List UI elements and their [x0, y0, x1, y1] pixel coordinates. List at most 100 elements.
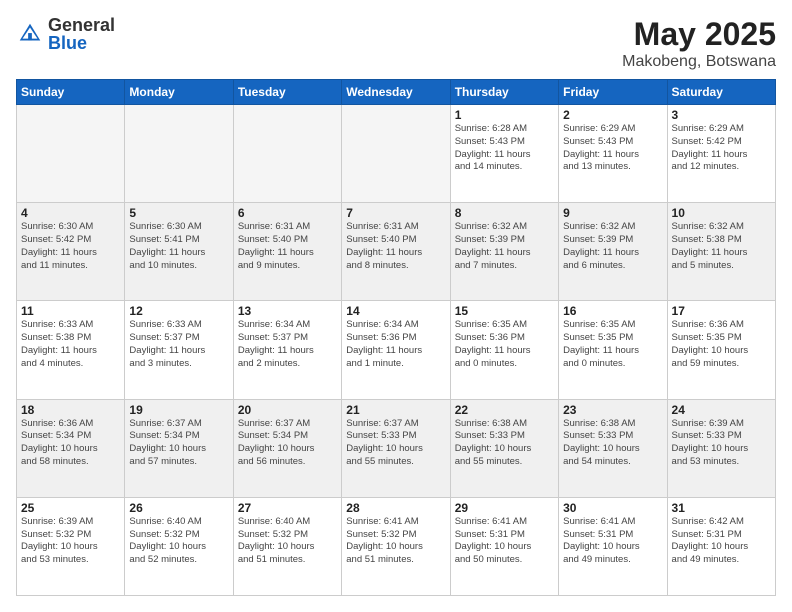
- day-info: Sunrise: 6:32 AM Sunset: 5:38 PM Dayligh…: [672, 221, 771, 272]
- day-info: Sunrise: 6:36 AM Sunset: 5:35 PM Dayligh…: [672, 319, 771, 370]
- day-info: Sunrise: 6:39 AM Sunset: 5:33 PM Dayligh…: [672, 418, 771, 469]
- day-number: 28: [346, 501, 445, 515]
- calendar-cell: 23Sunrise: 6:38 AM Sunset: 5:33 PM Dayli…: [559, 399, 667, 497]
- calendar-cell: 4Sunrise: 6:30 AM Sunset: 5:42 PM Daylig…: [17, 203, 125, 301]
- day-info: Sunrise: 6:40 AM Sunset: 5:32 PM Dayligh…: [129, 516, 228, 567]
- calendar-cell: 3Sunrise: 6:29 AM Sunset: 5:42 PM Daylig…: [667, 105, 775, 203]
- day-info: Sunrise: 6:29 AM Sunset: 5:43 PM Dayligh…: [563, 123, 662, 174]
- calendar-cell: [342, 105, 450, 203]
- calendar-cell: 14Sunrise: 6:34 AM Sunset: 5:36 PM Dayli…: [342, 301, 450, 399]
- logo: General Blue: [16, 16, 115, 52]
- calendar-cell: [17, 105, 125, 203]
- day-number: 1: [455, 108, 554, 122]
- main-title: May 2025: [622, 16, 776, 53]
- calendar-cell: 25Sunrise: 6:39 AM Sunset: 5:32 PM Dayli…: [17, 497, 125, 595]
- calendar-cell: 6Sunrise: 6:31 AM Sunset: 5:40 PM Daylig…: [233, 203, 341, 301]
- day-info: Sunrise: 6:32 AM Sunset: 5:39 PM Dayligh…: [563, 221, 662, 272]
- day-info: Sunrise: 6:30 AM Sunset: 5:42 PM Dayligh…: [21, 221, 120, 272]
- logo-general-text: General: [48, 16, 115, 34]
- calendar-cell: 13Sunrise: 6:34 AM Sunset: 5:37 PM Dayli…: [233, 301, 341, 399]
- calendar-cell: 20Sunrise: 6:37 AM Sunset: 5:34 PM Dayli…: [233, 399, 341, 497]
- day-info: Sunrise: 6:35 AM Sunset: 5:36 PM Dayligh…: [455, 319, 554, 370]
- day-number: 15: [455, 304, 554, 318]
- day-info: Sunrise: 6:29 AM Sunset: 5:42 PM Dayligh…: [672, 123, 771, 174]
- day-info: Sunrise: 6:42 AM Sunset: 5:31 PM Dayligh…: [672, 516, 771, 567]
- day-number: 10: [672, 206, 771, 220]
- calendar-week-2: 4Sunrise: 6:30 AM Sunset: 5:42 PM Daylig…: [17, 203, 776, 301]
- day-info: Sunrise: 6:38 AM Sunset: 5:33 PM Dayligh…: [455, 418, 554, 469]
- calendar-cell: 5Sunrise: 6:30 AM Sunset: 5:41 PM Daylig…: [125, 203, 233, 301]
- day-number: 19: [129, 403, 228, 417]
- weekday-header-sunday: Sunday: [17, 80, 125, 105]
- calendar-cell: 28Sunrise: 6:41 AM Sunset: 5:32 PM Dayli…: [342, 497, 450, 595]
- day-number: 16: [563, 304, 662, 318]
- weekday-header-row: SundayMondayTuesdayWednesdayThursdayFrid…: [17, 80, 776, 105]
- day-number: 20: [238, 403, 337, 417]
- calendar-week-3: 11Sunrise: 6:33 AM Sunset: 5:38 PM Dayli…: [17, 301, 776, 399]
- day-info: Sunrise: 6:41 AM Sunset: 5:31 PM Dayligh…: [563, 516, 662, 567]
- day-number: 3: [672, 108, 771, 122]
- day-number: 26: [129, 501, 228, 515]
- calendar-cell: 19Sunrise: 6:37 AM Sunset: 5:34 PM Dayli…: [125, 399, 233, 497]
- day-info: Sunrise: 6:41 AM Sunset: 5:31 PM Dayligh…: [455, 516, 554, 567]
- day-number: 27: [238, 501, 337, 515]
- day-number: 6: [238, 206, 337, 220]
- day-info: Sunrise: 6:34 AM Sunset: 5:36 PM Dayligh…: [346, 319, 445, 370]
- day-number: 23: [563, 403, 662, 417]
- day-info: Sunrise: 6:40 AM Sunset: 5:32 PM Dayligh…: [238, 516, 337, 567]
- day-info: Sunrise: 6:37 AM Sunset: 5:34 PM Dayligh…: [238, 418, 337, 469]
- day-number: 14: [346, 304, 445, 318]
- day-info: Sunrise: 6:37 AM Sunset: 5:33 PM Dayligh…: [346, 418, 445, 469]
- day-info: Sunrise: 6:33 AM Sunset: 5:38 PM Dayligh…: [21, 319, 120, 370]
- day-number: 17: [672, 304, 771, 318]
- title-block: May 2025 Makobeng, Botswana: [622, 16, 776, 71]
- calendar-week-1: 1Sunrise: 6:28 AM Sunset: 5:43 PM Daylig…: [17, 105, 776, 203]
- weekday-header-monday: Monday: [125, 80, 233, 105]
- day-number: 24: [672, 403, 771, 417]
- logo-icon: [16, 20, 44, 48]
- calendar-cell: 16Sunrise: 6:35 AM Sunset: 5:35 PM Dayli…: [559, 301, 667, 399]
- calendar-table: SundayMondayTuesdayWednesdayThursdayFrid…: [16, 79, 776, 596]
- day-number: 2: [563, 108, 662, 122]
- logo-text: General Blue: [48, 16, 115, 52]
- day-info: Sunrise: 6:30 AM Sunset: 5:41 PM Dayligh…: [129, 221, 228, 272]
- day-number: 30: [563, 501, 662, 515]
- header: General Blue May 2025 Makobeng, Botswana: [16, 16, 776, 71]
- calendar-cell: 11Sunrise: 6:33 AM Sunset: 5:38 PM Dayli…: [17, 301, 125, 399]
- calendar-week-5: 25Sunrise: 6:39 AM Sunset: 5:32 PM Dayli…: [17, 497, 776, 595]
- day-number: 31: [672, 501, 771, 515]
- day-info: Sunrise: 6:36 AM Sunset: 5:34 PM Dayligh…: [21, 418, 120, 469]
- day-info: Sunrise: 6:33 AM Sunset: 5:37 PM Dayligh…: [129, 319, 228, 370]
- calendar-cell: 7Sunrise: 6:31 AM Sunset: 5:40 PM Daylig…: [342, 203, 450, 301]
- day-info: Sunrise: 6:31 AM Sunset: 5:40 PM Dayligh…: [346, 221, 445, 272]
- calendar-cell: 15Sunrise: 6:35 AM Sunset: 5:36 PM Dayli…: [450, 301, 558, 399]
- page: General Blue May 2025 Makobeng, Botswana…: [0, 0, 792, 612]
- weekday-header-tuesday: Tuesday: [233, 80, 341, 105]
- calendar-cell: 24Sunrise: 6:39 AM Sunset: 5:33 PM Dayli…: [667, 399, 775, 497]
- day-number: 18: [21, 403, 120, 417]
- logo-blue-text: Blue: [48, 34, 115, 52]
- calendar-cell: 21Sunrise: 6:37 AM Sunset: 5:33 PM Dayli…: [342, 399, 450, 497]
- calendar-cell: 18Sunrise: 6:36 AM Sunset: 5:34 PM Dayli…: [17, 399, 125, 497]
- day-info: Sunrise: 6:37 AM Sunset: 5:34 PM Dayligh…: [129, 418, 228, 469]
- calendar-cell: 8Sunrise: 6:32 AM Sunset: 5:39 PM Daylig…: [450, 203, 558, 301]
- day-number: 29: [455, 501, 554, 515]
- calendar-cell: 1Sunrise: 6:28 AM Sunset: 5:43 PM Daylig…: [450, 105, 558, 203]
- calendar-cell: 31Sunrise: 6:42 AM Sunset: 5:31 PM Dayli…: [667, 497, 775, 595]
- calendar-cell: 22Sunrise: 6:38 AM Sunset: 5:33 PM Dayli…: [450, 399, 558, 497]
- weekday-header-wednesday: Wednesday: [342, 80, 450, 105]
- day-info: Sunrise: 6:31 AM Sunset: 5:40 PM Dayligh…: [238, 221, 337, 272]
- day-info: Sunrise: 6:38 AM Sunset: 5:33 PM Dayligh…: [563, 418, 662, 469]
- day-number: 7: [346, 206, 445, 220]
- day-info: Sunrise: 6:28 AM Sunset: 5:43 PM Dayligh…: [455, 123, 554, 174]
- calendar-cell: 17Sunrise: 6:36 AM Sunset: 5:35 PM Dayli…: [667, 301, 775, 399]
- weekday-header-saturday: Saturday: [667, 80, 775, 105]
- calendar-cell: [125, 105, 233, 203]
- day-number: 5: [129, 206, 228, 220]
- calendar-cell: 30Sunrise: 6:41 AM Sunset: 5:31 PM Dayli…: [559, 497, 667, 595]
- calendar-cell: 9Sunrise: 6:32 AM Sunset: 5:39 PM Daylig…: [559, 203, 667, 301]
- calendar-week-4: 18Sunrise: 6:36 AM Sunset: 5:34 PM Dayli…: [17, 399, 776, 497]
- calendar-cell: 27Sunrise: 6:40 AM Sunset: 5:32 PM Dayli…: [233, 497, 341, 595]
- day-info: Sunrise: 6:41 AM Sunset: 5:32 PM Dayligh…: [346, 516, 445, 567]
- day-info: Sunrise: 6:34 AM Sunset: 5:37 PM Dayligh…: [238, 319, 337, 370]
